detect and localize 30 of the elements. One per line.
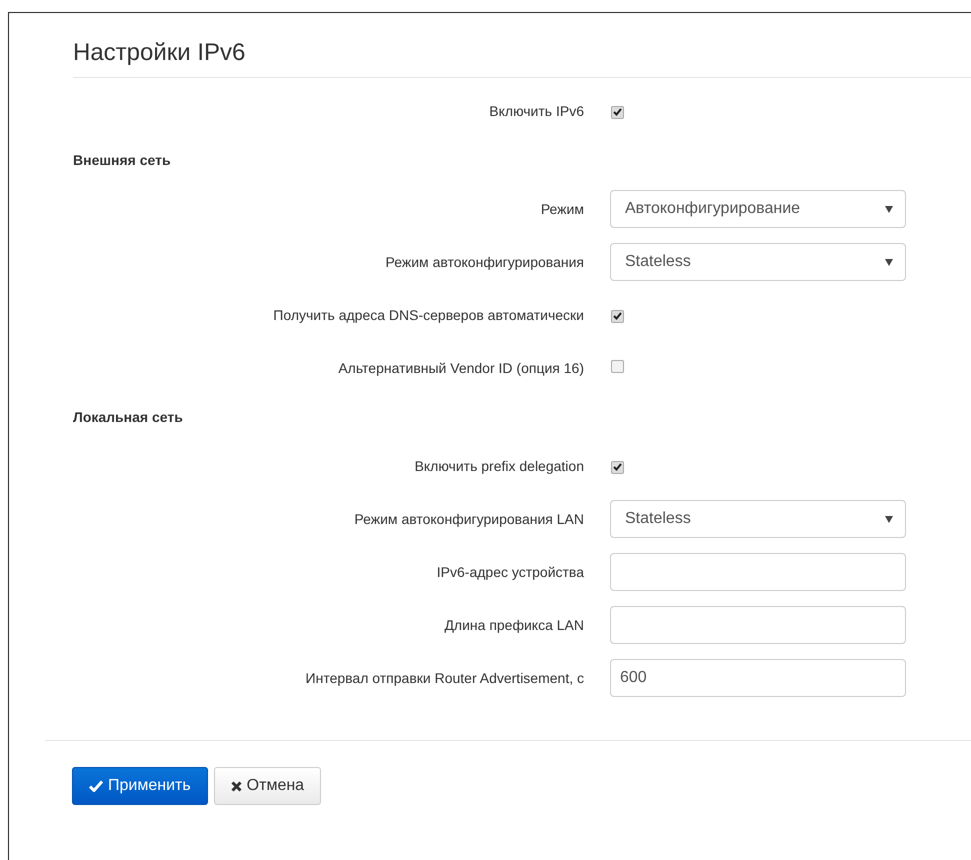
field-label: Включить IPv6: [489, 103, 584, 119]
field-label: Режим автоконфигурирования: [386, 254, 584, 270]
field-label: Интервал отправки Router Advertisement, с: [306, 670, 584, 686]
field-label: Режим автоконфигурирования LAN: [354, 511, 584, 527]
caret-icon: [885, 516, 893, 522]
input-field[interactable]: 600: [610, 659, 906, 697]
input-field[interactable]: [610, 606, 906, 644]
apply-button[interactable]: Применить: [72, 767, 208, 805]
page-title: Настройки IPv6: [73, 39, 971, 78]
dropdown[interactable]: Автоконфигурирование: [610, 190, 906, 228]
checkbox[interactable]: [611, 310, 624, 322]
field-label: Включить prefix delegation: [414, 458, 584, 474]
section-heading: Внешняя сеть: [73, 151, 172, 170]
checkbox[interactable]: [611, 460, 624, 474]
caret-icon: [885, 206, 893, 212]
dropdown[interactable]: Stateless: [610, 243, 906, 281]
cancel-button[interactable]: Отмена: [214, 767, 322, 805]
section-heading: Локальная сеть: [73, 408, 184, 427]
close-icon: [230, 780, 242, 792]
dropdown[interactable]: Stateless: [610, 500, 906, 538]
input-field[interactable]: [610, 553, 906, 591]
caret-icon: [885, 258, 893, 266]
checkbox[interactable]: [611, 360, 624, 373]
field-label: Получить адреса DNS-серверов автоматически: [273, 307, 584, 323]
field-label: Альтернативный Vendor ID (опция 16): [338, 360, 584, 376]
field-label: Длина префикса LAN: [444, 617, 584, 633]
field-label: Режим: [540, 201, 584, 217]
field-label: IPv6-адрес устройства: [436, 564, 584, 580]
checkbox[interactable]: [611, 106, 624, 118]
checkmark-icon: [89, 780, 103, 792]
